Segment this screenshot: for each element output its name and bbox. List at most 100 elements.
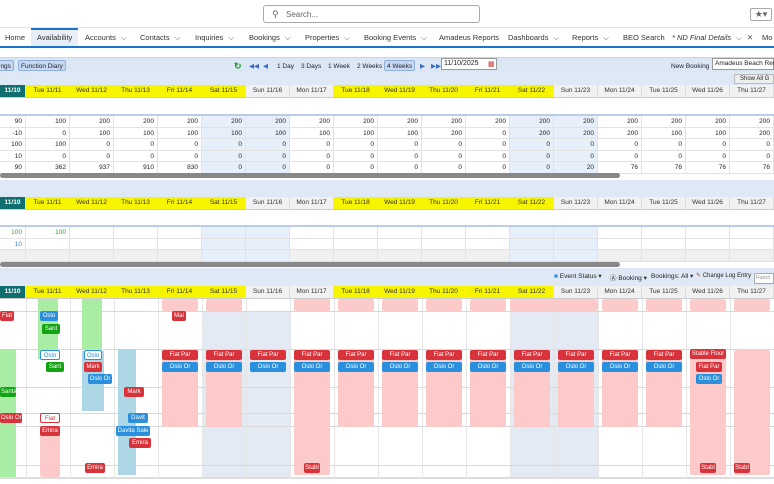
event-block[interactable]: Emira <box>40 426 60 436</box>
chevron-down-icon[interactable]: ⌵ <box>421 33 427 42</box>
table-cell[interactable]: 76 <box>642 162 686 173</box>
table-cell[interactable]: 200 <box>246 116 290 127</box>
table-cell[interactable]: 200 <box>686 116 730 127</box>
table-cell[interactable]: 200 <box>510 127 554 138</box>
day-header[interactable]: Thu 11/13 <box>114 197 158 209</box>
table-cell[interactable] <box>202 227 246 238</box>
table-cell[interactable]: 100 <box>378 127 422 138</box>
event-block[interactable]: Oslo <box>40 350 60 360</box>
table-cell[interactable] <box>686 238 730 249</box>
table-cell[interactable] <box>422 250 466 261</box>
table-cell[interactable] <box>642 227 686 238</box>
table-cell[interactable] <box>554 238 598 249</box>
table-cell[interactable] <box>554 250 598 261</box>
table-cell[interactable]: 100 <box>686 127 730 138</box>
event-block[interactable]: Fiat <box>40 413 60 423</box>
table-cell[interactable] <box>114 250 158 261</box>
table-cell[interactable]: 100 <box>114 127 158 138</box>
event-block[interactable]: Fiat <box>0 311 14 321</box>
nav-tab-10[interactable]: Reports ⌵ <box>572 28 609 46</box>
table-cell[interactable] <box>598 227 642 238</box>
table-cell[interactable]: 76 <box>730 162 774 173</box>
table-cell[interactable]: 0 <box>422 162 466 173</box>
table-cell[interactable] <box>158 238 202 249</box>
nav-tab-7[interactable]: Booking Events ⌵ <box>364 28 427 46</box>
table-cell[interactable]: 0 <box>334 150 378 161</box>
table-cell[interactable]: 200 <box>510 116 554 127</box>
horizontal-scrollbar[interactable] <box>0 262 620 267</box>
table-cell[interactable]: 0 <box>246 150 290 161</box>
event-block[interactable]: Fiat Par <box>338 350 374 360</box>
table-cell[interactable]: -10 <box>0 127 26 138</box>
function-diary-tab[interactable]: Function Diary <box>18 60 66 71</box>
table-cell[interactable]: 200 <box>598 127 642 138</box>
table-cell[interactable]: 200 <box>730 116 774 127</box>
event-block[interactable]: Fiat Par <box>602 350 638 360</box>
table-cell[interactable] <box>686 227 730 238</box>
booking-block[interactable] <box>734 299 770 311</box>
event-block[interactable]: Fiat Par <box>250 350 286 360</box>
booking-block[interactable] <box>338 299 374 311</box>
favorites-star-icon[interactable]: ★▾ <box>750 8 772 21</box>
table-cell[interactable] <box>378 250 422 261</box>
table-cell[interactable]: 0 <box>422 150 466 161</box>
event-block[interactable]: Fiat Par <box>470 350 506 360</box>
table-cell[interactable]: 0 <box>114 150 158 161</box>
event-block[interactable]: Fiat Par <box>646 350 682 360</box>
table-cell[interactable]: 0 <box>466 127 510 138</box>
table-cell[interactable]: 76 <box>598 162 642 173</box>
chevron-down-icon[interactable]: ⌵ <box>121 33 127 42</box>
event-block[interactable]: Sant <box>42 324 60 334</box>
table-cell[interactable] <box>158 227 202 238</box>
table-cell[interactable]: 0 <box>642 139 686 150</box>
table-cell[interactable] <box>466 250 510 261</box>
table-cell[interactable]: 0 <box>70 150 114 161</box>
table-cell[interactable]: 0 <box>26 150 70 161</box>
day-header[interactable]: Tue 11/18 <box>334 286 378 298</box>
day-header[interactable]: Tue 11/25 <box>642 197 686 209</box>
table-cell[interactable]: 0 <box>202 139 246 150</box>
table-cell[interactable]: 0 <box>510 162 554 173</box>
refresh-icon[interactable]: ↻ <box>231 60 245 71</box>
nav-tab-11[interactable]: BEO Search <box>623 28 665 46</box>
table-cell[interactable]: 362 <box>26 162 70 173</box>
table-cell[interactable]: 0 <box>290 162 334 173</box>
nav-tab-9[interactable]: Dashboards ⌵ <box>508 28 559 46</box>
table-cell[interactable] <box>334 227 378 238</box>
event-block[interactable]: Oslo Or <box>88 374 112 384</box>
table-cell[interactable]: 100 <box>158 127 202 138</box>
booking-block[interactable] <box>118 349 136 475</box>
day-header[interactable]: Fri 11/21 <box>466 197 510 209</box>
day-header[interactable]: Sat 11/15 <box>202 197 246 209</box>
change-log-button[interactable]: ✎ Change Log Entry <box>696 272 751 279</box>
day-header[interactable]: Mon 11/17 <box>290 286 334 298</box>
table-cell[interactable]: 76 <box>686 162 730 173</box>
event-block[interactable]: Oslo <box>40 311 58 321</box>
prev-icon[interactable]: ◀ <box>260 60 271 71</box>
day-header[interactable]: Mon 11/17 <box>290 85 334 97</box>
table-cell[interactable] <box>510 238 554 249</box>
close-icon[interactable]: ✕ <box>747 33 753 42</box>
table-cell[interactable]: 0 <box>598 150 642 161</box>
table-cell[interactable]: 0 <box>202 162 246 173</box>
event-block[interactable]: Santa <box>0 387 17 397</box>
day-header[interactable]: Wed 11/19 <box>378 85 422 97</box>
chevron-down-icon[interactable]: ⌵ <box>175 33 181 42</box>
nav-tab-12[interactable]: * ND Final Details ⌵ ✕ <box>672 28 753 46</box>
booking-block[interactable] <box>510 299 598 311</box>
table-cell[interactable]: 0 <box>114 139 158 150</box>
day-header[interactable]: Thu 11/13 <box>114 85 158 97</box>
table-cell[interactable] <box>334 238 378 249</box>
day-header[interactable]: Sat 11/15 <box>202 286 246 298</box>
table-cell[interactable] <box>290 250 334 261</box>
table-cell[interactable]: 0 <box>378 162 422 173</box>
day-header[interactable]: Thu 11/27 <box>730 197 774 209</box>
chevron-down-icon[interactable]: ⌵ <box>553 33 559 42</box>
table-cell[interactable] <box>202 238 246 249</box>
event-block[interactable]: Fiat Par <box>206 350 242 360</box>
table-cell[interactable]: 10 <box>0 150 26 161</box>
day-header[interactable]: 11/10 <box>0 286 26 298</box>
table-cell[interactable]: 100 <box>642 127 686 138</box>
day-header[interactable]: Fri 11/14 <box>158 286 202 298</box>
chevron-down-icon[interactable]: ⌵ <box>344 33 350 42</box>
